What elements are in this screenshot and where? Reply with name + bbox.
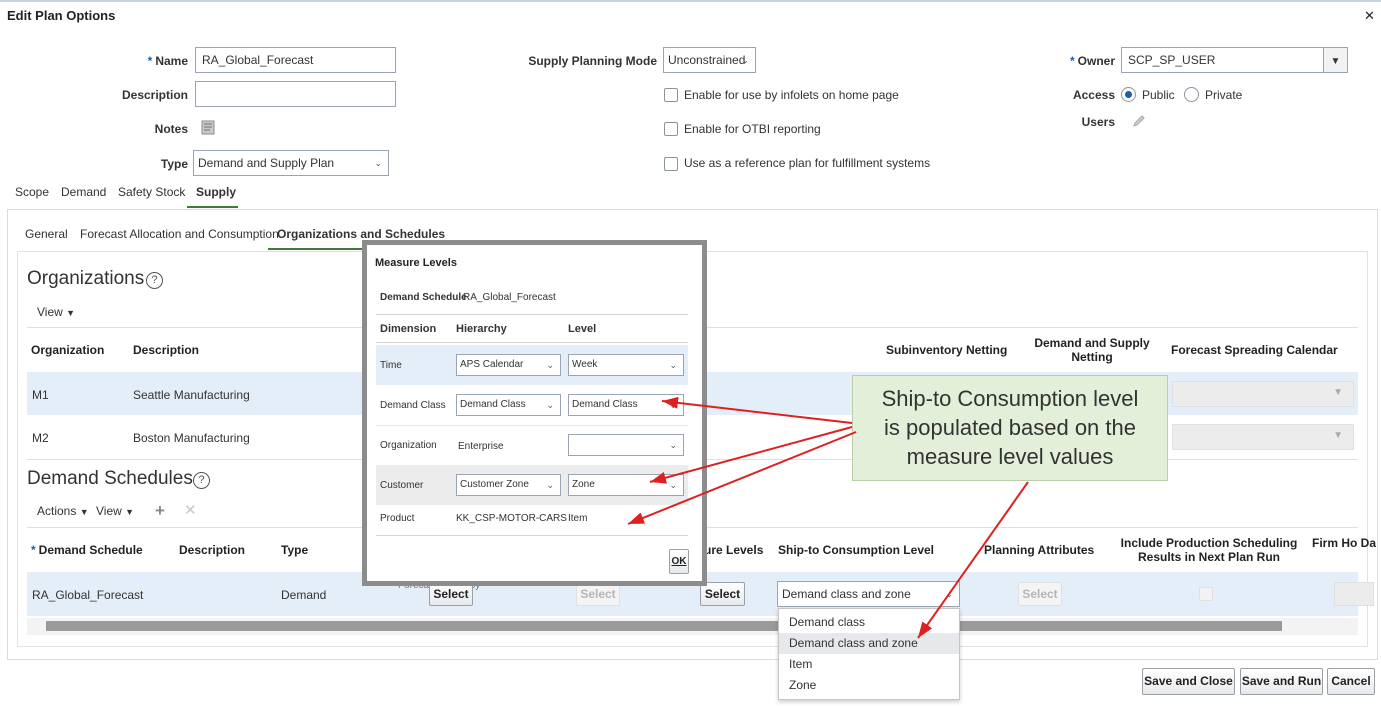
annotation-arrows <box>627 396 1029 639</box>
arrow-to-demand-class <box>661 396 853 424</box>
arrow-to-dropdown-option <box>917 481 1029 639</box>
